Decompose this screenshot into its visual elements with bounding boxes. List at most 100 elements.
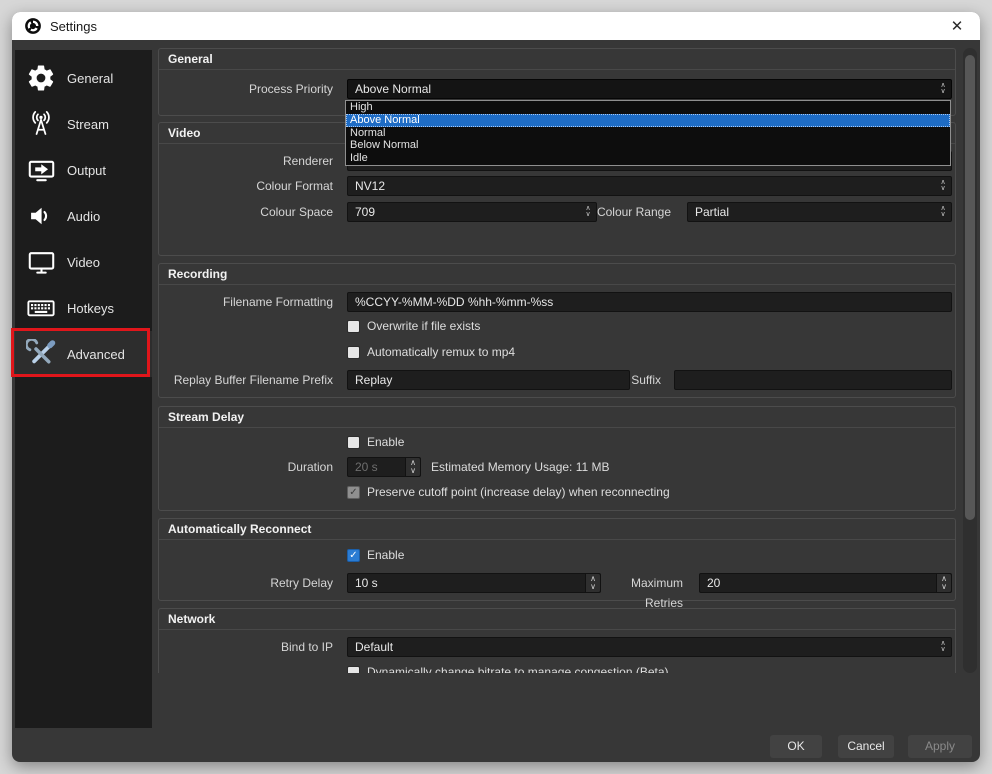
sidebar-item-label: Stream: [67, 117, 109, 132]
sidebar-item-video[interactable]: Video: [15, 239, 152, 285]
colour-format-row: Colour Format NV12: [159, 176, 955, 196]
preserve-cutoff-checkbox[interactable]: [347, 486, 360, 499]
remux-checkbox-row: Automatically remux to mp4: [347, 345, 515, 359]
spinner-arrows-icon[interactable]: [405, 458, 420, 476]
filename-formatting-row: Filename Formatting %CCYY-%MM-%DD %hh-%m…: [159, 292, 955, 312]
speaker-icon: [24, 199, 58, 233]
section-title: Automatically Reconnect: [159, 519, 955, 540]
sidebar-item-label: Advanced: [67, 347, 125, 362]
overwrite-checkbox[interactable]: [347, 320, 360, 333]
dropdown-option-below-normal[interactable]: Below Normal: [346, 139, 950, 152]
overwrite-label: Overwrite if file exists: [367, 319, 480, 333]
recording-section: Recording Filename Formatting %CCYY-%MM-…: [158, 263, 956, 398]
section-title: Stream Delay: [159, 407, 955, 428]
window-title: Settings: [50, 19, 97, 34]
stream-delay-enable-label: Enable: [367, 435, 404, 449]
replay-buffer-row: Replay Buffer Filename Prefix Replay Suf…: [159, 370, 955, 390]
sidebar-item-label: Audio: [67, 209, 100, 224]
reconnect-enable-checkbox[interactable]: [347, 549, 360, 562]
sidebar-item-label: Output: [67, 163, 106, 178]
combo-arrows-icon: [935, 177, 951, 195]
process-priority-dropdown: High Above Normal Normal Below Normal Id…: [345, 100, 951, 166]
scrollbar-thumb[interactable]: [965, 55, 975, 520]
max-retries-label: Maximum Retries: [591, 573, 691, 613]
duration-spinbox[interactable]: 20 s: [347, 457, 421, 477]
colour-range-label: Colour Range: [579, 202, 679, 222]
max-retries-spinbox[interactable]: 20: [699, 573, 952, 593]
colour-range-combobox[interactable]: Partial: [687, 202, 952, 222]
dynamic-bitrate-checkbox[interactable]: [347, 666, 360, 674]
retry-delay-row: Retry Delay 10 s Maximum Retries 20: [159, 573, 955, 593]
duration-label: Duration: [159, 457, 341, 477]
replay-prefix-input[interactable]: Replay: [347, 370, 630, 390]
combo-arrows-icon: [935, 80, 951, 98]
replay-prefix-label: Replay Buffer Filename Prefix: [159, 370, 341, 390]
filename-formatting-label: Filename Formatting: [159, 292, 341, 312]
process-priority-combobox[interactable]: Above Normal: [347, 79, 952, 99]
sidebar-item-audio[interactable]: Audio: [15, 193, 152, 239]
process-priority-row: Process Priority Above Normal: [159, 79, 955, 99]
obs-logo-icon: [24, 17, 42, 35]
broadcast-icon: [24, 107, 58, 141]
bind-to-ip-combobox[interactable]: Default: [347, 637, 952, 657]
retry-delay-label: Retry Delay: [159, 573, 341, 593]
sidebar-item-hotkeys[interactable]: Hotkeys: [15, 285, 152, 331]
retry-delay-spinbox[interactable]: 10 s: [347, 573, 601, 593]
preserve-cutoff-row: Preserve cutoff point (increase delay) w…: [347, 485, 670, 499]
section-title: Recording: [159, 264, 955, 285]
combo-arrows-icon: [935, 638, 951, 656]
dropdown-option-normal[interactable]: Normal: [346, 127, 950, 140]
colour-format-label: Colour Format: [159, 176, 341, 196]
colour-space-label: Colour Space: [159, 202, 341, 222]
dynamic-bitrate-row: Dynamically change bitrate to manage con…: [347, 665, 669, 673]
sidebar-item-output[interactable]: Output: [15, 147, 152, 193]
spinner-arrows-icon[interactable]: [936, 574, 951, 592]
tools-icon: [24, 337, 58, 371]
memory-usage-text: Estimated Memory Usage: 11 MB: [431, 457, 610, 477]
ok-button[interactable]: OK: [770, 735, 822, 758]
filename-formatting-input[interactable]: %CCYY-%MM-%DD %hh-%mm-%ss: [347, 292, 952, 312]
bind-to-ip-label: Bind to IP: [159, 637, 341, 657]
combo-arrows-icon: [935, 203, 951, 221]
reconnect-enable-row: Enable: [347, 548, 404, 562]
vertical-scrollbar[interactable]: [963, 48, 977, 673]
sidebar-item-label: Hotkeys: [67, 301, 114, 316]
dropdown-option-high[interactable]: High: [346, 101, 950, 114]
section-title: Network: [159, 609, 955, 630]
dynamic-bitrate-label: Dynamically change bitrate to manage con…: [367, 665, 669, 673]
sidebar-item-general[interactable]: General: [15, 55, 152, 101]
sidebar-item-advanced[interactable]: Advanced: [15, 331, 152, 377]
sidebar-item-stream[interactable]: Stream: [15, 101, 152, 147]
section-title: General: [159, 49, 955, 70]
dropdown-option-idle[interactable]: Idle: [346, 152, 950, 165]
sidebar-item-label: Video: [67, 255, 100, 270]
process-priority-label: Process Priority: [159, 79, 341, 99]
bind-to-ip-row: Bind to IP Default: [159, 637, 955, 657]
keyboard-icon: [24, 291, 58, 325]
colour-space-combobox[interactable]: 709: [347, 202, 597, 222]
network-section: Network Bind to IP Default Dynamically c…: [158, 608, 956, 673]
suffix-input[interactable]: [674, 370, 952, 390]
colour-format-combobox[interactable]: NV12: [347, 176, 952, 196]
settings-window: Settings ✕ General Stream: [12, 12, 980, 762]
stream-delay-enable-checkbox[interactable]: [347, 436, 360, 449]
output-icon: [24, 153, 58, 187]
close-icon[interactable]: ✕: [946, 17, 968, 35]
renderer-label: Renderer: [159, 151, 341, 171]
dropdown-option-above-normal[interactable]: Above Normal: [346, 114, 950, 127]
settings-sidebar: General Stream Output: [15, 50, 152, 728]
suffix-label: Suffix: [607, 370, 669, 390]
reconnect-enable-label: Enable: [367, 548, 404, 562]
colour-space-row: Colour Space 709 Colour Range Partial: [159, 202, 955, 222]
auto-reconnect-section: Automatically Reconnect Enable Retry Del…: [158, 518, 956, 601]
monitor-icon: [24, 245, 58, 279]
overwrite-checkbox-row: Overwrite if file exists: [347, 319, 480, 333]
remux-checkbox[interactable]: [347, 346, 360, 359]
title-bar: Settings ✕: [12, 12, 980, 40]
cancel-button[interactable]: Cancel: [838, 735, 894, 758]
duration-row: Duration 20 s Estimated Memory Usage: 11…: [159, 457, 955, 477]
stream-delay-enable-row: Enable: [347, 435, 404, 449]
remux-label: Automatically remux to mp4: [367, 345, 515, 359]
apply-button[interactable]: Apply: [908, 735, 972, 758]
preserve-cutoff-label: Preserve cutoff point (increase delay) w…: [367, 485, 670, 499]
